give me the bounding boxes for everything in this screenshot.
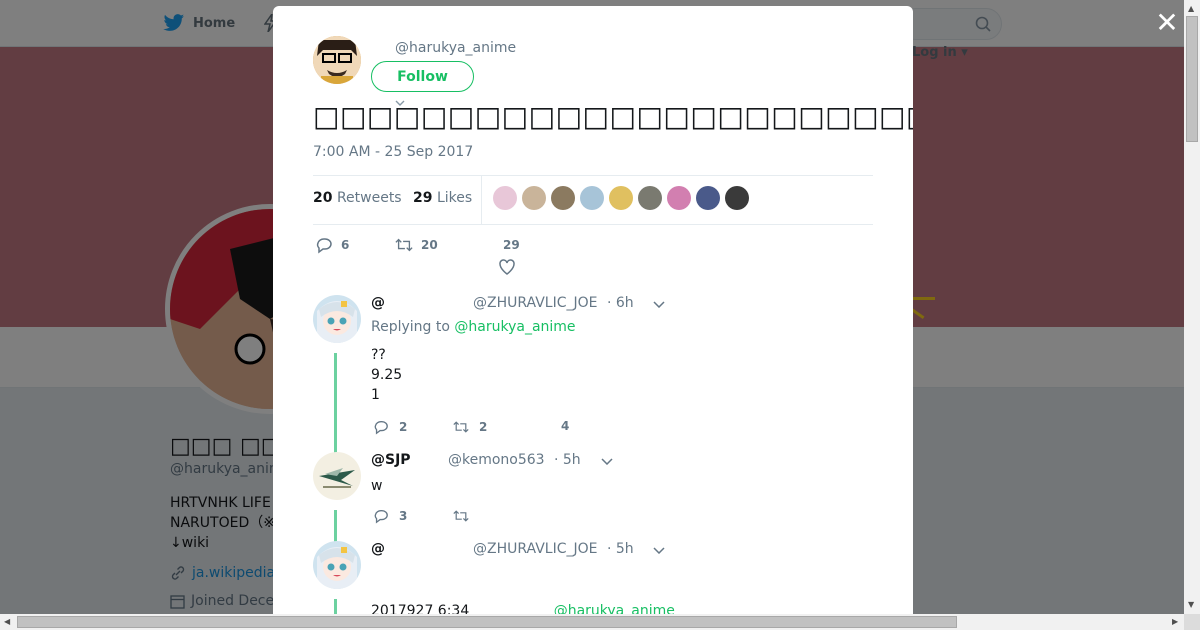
retweet-action[interactable] [453, 508, 479, 524]
reply-icon [374, 420, 388, 435]
reply-mention[interactable]: @harukya_anime [554, 603, 675, 614]
chevron-down-icon[interactable] [653, 301, 665, 308]
liker-avatar[interactable] [522, 186, 546, 210]
reply-avatar-image [313, 541, 361, 589]
reply-icon [374, 509, 388, 524]
like-stat[interactable]: 29 Likes [413, 190, 472, 206]
reply-avatar[interactable] [313, 541, 361, 589]
reply-author-name[interactable]: @ [371, 541, 385, 557]
reply-avatar[interactable] [313, 295, 361, 343]
liker-avatar[interactable] [696, 186, 720, 210]
tweet-stats: 20 Retweets 29 Likes [313, 175, 873, 225]
tweet-actions: 6 20 29 [313, 234, 873, 275]
reply-tweet[interactable]: @SJP @kemono563 · 5h w 3 [313, 452, 873, 542]
author-avatar-image [313, 36, 361, 84]
replying-to-handle[interactable]: @harukya_anime [454, 319, 575, 335]
reply-icon [316, 238, 332, 254]
reply-line: 2017927 6:34 [371, 603, 470, 614]
reply-count: 2 [399, 420, 408, 434]
chevron-down-icon[interactable] [601, 458, 613, 465]
thread-line [334, 353, 337, 455]
retweet-stat-count: 20 [313, 190, 333, 206]
tweet-modal: @harukya_anime Follow □□□□□□□□□□□□□□□□□□… [273, 6, 913, 614]
scroll-up-arrow-icon[interactable]: ▲ [1188, 4, 1194, 13]
retweet-stat-label: Retweets [336, 190, 402, 206]
retweet-count: 20 [421, 238, 438, 252]
retweet-action[interactable]: 20 [395, 236, 438, 254]
reply-body: w [371, 476, 382, 496]
reply-author-handle[interactable]: @ZHURAVLIC_JOE [473, 541, 597, 557]
follow-button[interactable]: Follow [371, 61, 474, 92]
like-action[interactable]: 4 [561, 419, 569, 433]
horizontal-scroll-thumb[interactable] [17, 616, 957, 628]
reply-avatar-image [313, 452, 361, 500]
reply-count: 3 [399, 509, 408, 523]
reply-author-handle[interactable]: @kemono563 [448, 452, 545, 468]
author-handle[interactable]: @harukya_anime [395, 40, 516, 56]
liker-avatar[interactable] [580, 186, 604, 210]
reply-action[interactable]: 2 [373, 419, 407, 435]
replying-to-prefix: Replying to [371, 319, 450, 335]
likers-avatars [493, 186, 749, 210]
tweet-text: □□□□□□□□□□□□□□□□□□□□□□□□□□□□□ [313, 100, 913, 133]
reply-author-handle[interactable]: @ZHURAVLIC_JOE [473, 295, 597, 311]
scroll-right-arrow-icon[interactable]: ▶ [1172, 617, 1178, 626]
retweet-count: 2 [479, 420, 488, 434]
retweet-icon [453, 421, 469, 433]
liker-avatar[interactable] [609, 186, 633, 210]
retweet-icon [453, 510, 469, 522]
close-icon[interactable]: ✕ [1154, 9, 1180, 37]
tweet-timestamp[interactable]: 7:00 AM - 25 Sep 2017 [313, 144, 473, 160]
reply-author-name[interactable]: @ [371, 295, 385, 311]
horizontal-scrollbar[interactable]: ◀ ▶ [0, 614, 1184, 630]
reply-line: ?? [371, 347, 386, 363]
reply-line: w [371, 478, 383, 494]
reply-time[interactable]: · 6h [607, 295, 634, 311]
reply-body: ?? 9.25 1 [371, 345, 402, 405]
vertical-scroll-thumb[interactable] [1186, 16, 1198, 142]
reply-action[interactable]: 3 [373, 508, 407, 524]
scroll-down-arrow-icon[interactable]: ▼ [1188, 600, 1194, 609]
replying-to: Replying to @harukya_anime [371, 319, 576, 335]
reply-avatar-image [313, 295, 361, 343]
liker-avatar[interactable] [725, 186, 749, 210]
reply-author-name[interactable]: @SJP [371, 452, 411, 468]
like-stat-label: Likes [436, 190, 473, 206]
stats-divider [481, 176, 482, 224]
reply-line: 1 [371, 387, 380, 403]
liker-avatar[interactable] [638, 186, 662, 210]
reply-body: 2017927 6:34 @harukya_anime [371, 601, 675, 614]
chevron-down-icon[interactable] [653, 547, 665, 554]
like-count: 4 [561, 419, 570, 433]
scrollbar-corner [1184, 614, 1200, 630]
reply-tweet[interactable]: @ @ZHURAVLIC_JOE · 6h Replying to @haruk… [313, 295, 873, 455]
author-avatar[interactable] [313, 36, 361, 84]
thread-line [334, 599, 337, 614]
heart-icon [499, 259, 516, 275]
reply-count: 6 [341, 238, 350, 252]
reply-avatar[interactable] [313, 452, 361, 500]
liker-avatar[interactable] [667, 186, 691, 210]
vertical-scrollbar[interactable]: ▲ ▼ [1184, 0, 1200, 614]
like-count: 29 [503, 238, 520, 252]
retweet-stat[interactable]: 20 Retweets [313, 190, 402, 206]
thread-line [334, 510, 337, 542]
retweet-action[interactable]: 2 [453, 419, 487, 435]
liker-avatar[interactable] [551, 186, 575, 210]
like-stat-count: 29 [413, 190, 433, 206]
reply-tweet[interactable]: @ @ZHURAVLIC_JOE · 5h 2017927 6:34 @haru… [313, 541, 873, 614]
liker-avatar[interactable] [493, 186, 517, 210]
reply-action[interactable]: 6 [315, 236, 349, 254]
retweet-icon [395, 238, 413, 252]
scroll-left-arrow-icon[interactable]: ◀ [4, 617, 10, 626]
reply-time[interactable]: · 5h [554, 452, 581, 468]
reply-time[interactable]: · 5h [607, 541, 634, 557]
reply-line: 9.25 [371, 367, 403, 383]
like-action[interactable]: 29 [499, 238, 520, 276]
